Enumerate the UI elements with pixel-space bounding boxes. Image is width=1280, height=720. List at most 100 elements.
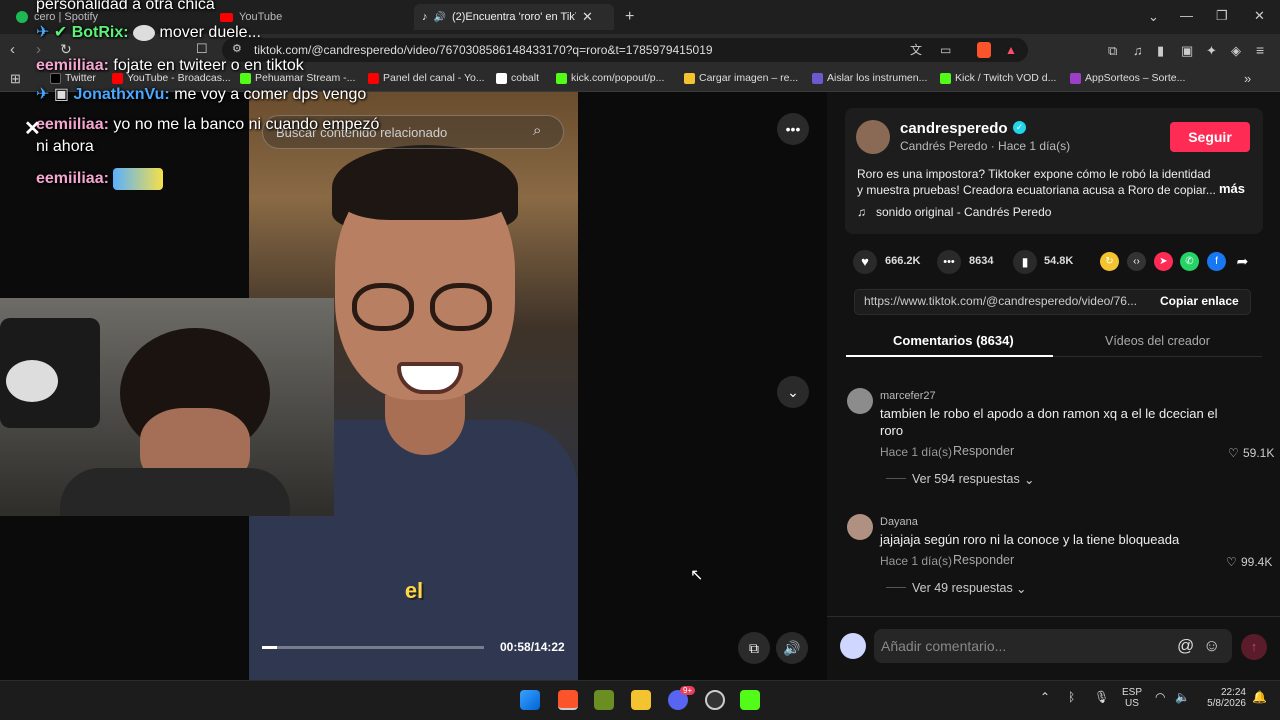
- more-link[interactable]: más: [1219, 181, 1245, 196]
- share-more-icon[interactable]: ➦: [1233, 252, 1252, 271]
- bookmark-item[interactable]: AppSorteos – Sorte...: [1070, 72, 1185, 84]
- site-info-icon[interactable]: ⚙: [232, 44, 242, 55]
- heart-icon[interactable]: ♡: [1228, 446, 1239, 460]
- save-button[interactable]: ▮: [1013, 250, 1037, 274]
- chevron-down-icon[interactable]: ⌄: [1016, 581, 1026, 596]
- bookmark-item[interactable]: cobalt: [496, 72, 539, 84]
- bookmark-item[interactable]: Cargar imagen – re...: [684, 72, 798, 84]
- heart-icon[interactable]: ♡: [1226, 555, 1237, 569]
- close-window-icon[interactable]: ✕: [1254, 9, 1265, 22]
- volume-button[interactable]: 🔊: [776, 632, 808, 664]
- comment-username[interactable]: marcefer27: [880, 390, 936, 402]
- follow-button[interactable]: Seguir: [1170, 122, 1250, 152]
- mention-icon[interactable]: @: [1177, 636, 1194, 656]
- bookmark-item[interactable]: Panel del canal - Yo...: [368, 72, 485, 84]
- vocal-remover-icon: [812, 72, 823, 84]
- cursor-icon: ↖: [690, 567, 704, 584]
- more-options-button[interactable]: •••: [777, 113, 809, 145]
- vpn-icon[interactable]: ◈: [1231, 44, 1241, 57]
- volume-icon[interactable]: 🔈: [1175, 690, 1190, 704]
- tab-creator-videos[interactable]: Vídeos del creador: [1105, 334, 1210, 348]
- chevron-down-icon[interactable]: ⌄: [1024, 472, 1034, 487]
- send-icon[interactable]: ➤: [1154, 252, 1173, 271]
- brave-rewards-icon[interactable]: ▲: [1005, 43, 1017, 57]
- likes-count: 666.2K: [885, 255, 921, 267]
- reply-button[interactable]: Responder: [953, 553, 1014, 567]
- post-comment-button[interactable]: ↑: [1241, 634, 1267, 660]
- video-link[interactable]: https://www.tiktok.com/@candresperedo/vi…: [864, 294, 1144, 308]
- language-indicator[interactable]: ESP US: [1122, 687, 1142, 709]
- tab-tiktok[interactable]: ♪ 🔊 (2)Encuentra 'roro' en TikTok ✕: [414, 4, 614, 30]
- repost-icon[interactable]: ↻: [1100, 252, 1119, 271]
- tab-comments[interactable]: Comentarios (8634): [893, 333, 1014, 348]
- bookmark-label: Aislar los instrumen...: [827, 72, 928, 84]
- sound-link[interactable]: sonido original - Candrés Peredo: [876, 205, 1051, 219]
- comment-button[interactable]: •••: [937, 250, 961, 274]
- brave-icon[interactable]: [558, 690, 578, 710]
- media-icon[interactable]: ♫: [1133, 44, 1143, 57]
- comment-avatar[interactable]: [847, 514, 873, 540]
- url-field[interactable]: tiktok.com/@candresperedo/video/76703085…: [222, 38, 1028, 62]
- brave-shield-icon[interactable]: [977, 42, 991, 58]
- comment-bubble-icon: •••: [943, 256, 955, 268]
- kick-icon[interactable]: [740, 690, 760, 710]
- bookmark-item[interactable]: Aislar los instrumen...: [812, 72, 927, 84]
- author-avatar[interactable]: [856, 120, 890, 154]
- facebook-icon[interactable]: f: [1207, 252, 1226, 271]
- emoji-icon[interactable]: ☺: [1203, 636, 1220, 656]
- close-tab-icon[interactable]: ✕: [582, 9, 593, 25]
- cast-icon[interactable]: ▭: [940, 44, 951, 56]
- user-avatar[interactable]: [840, 633, 866, 659]
- back-icon[interactable]: ‹: [10, 42, 15, 57]
- tab-list-icon[interactable]: ⌄: [1148, 10, 1159, 23]
- wifi-icon[interactable]: ◠: [1155, 690, 1165, 704]
- speaker-icon: 🔊: [783, 639, 801, 656]
- bookmark-item[interactable]: Kick / Twitch VOD d...: [940, 72, 1056, 84]
- translate-icon[interactable]: 文: [910, 44, 922, 56]
- bookmark-icon: ▮: [1021, 255, 1029, 269]
- start-icon[interactable]: [520, 690, 540, 710]
- maximize-icon[interactable]: ❐: [1216, 9, 1228, 22]
- apps-icon[interactable]: ⊞: [10, 72, 21, 85]
- minecraft-icon[interactable]: [594, 690, 614, 710]
- obs-icon[interactable]: [705, 690, 725, 710]
- reply-button[interactable]: Responder: [953, 444, 1014, 458]
- wallet-icon[interactable]: ▣: [1181, 44, 1193, 57]
- bookmark-item[interactable]: kick.com/popout/p...: [556, 72, 664, 84]
- video-time: 00:58/14:22: [500, 640, 565, 654]
- clock[interactable]: 22:24 5/8/2026: [1196, 687, 1246, 709]
- pip-icon: ⧉: [749, 639, 759, 656]
- microphone-icon[interactable]: 🎙: [1094, 690, 1109, 704]
- sidebar-icon[interactable]: ▮: [1157, 44, 1164, 57]
- progress-bar[interactable]: [262, 646, 484, 649]
- more-bookmarks-icon[interactable]: »: [1244, 72, 1251, 85]
- like-button[interactable]: ♥: [853, 250, 877, 274]
- comment-username[interactable]: Dayana: [880, 516, 918, 528]
- copy-link-button[interactable]: Copiar enlace: [1160, 294, 1239, 308]
- new-tab-icon[interactable]: +: [625, 9, 634, 25]
- comment-avatar[interactable]: [847, 388, 873, 414]
- reload-icon[interactable]: ↻: [60, 42, 72, 56]
- view-replies-button[interactable]: Ver 594 respuestas: [912, 472, 1020, 486]
- next-video-button[interactable]: ⌄: [777, 376, 809, 408]
- close-video-icon[interactable]: ✕: [24, 116, 41, 141]
- bookmark-label: AppSorteos – Sorte...: [1085, 72, 1186, 84]
- extensions-icon[interactable]: ⧉: [1108, 44, 1117, 57]
- bookmark-label: kick.com/popout/p...: [571, 72, 665, 84]
- verified-badge-icon: ✔: [53, 24, 68, 41]
- whatsapp-icon[interactable]: ✆: [1180, 252, 1199, 271]
- chevron-up-icon[interactable]: ⌃: [1040, 690, 1050, 704]
- search-icon[interactable]: ⌕: [533, 122, 541, 139]
- notification-icon[interactable]: 🔔: [1252, 690, 1267, 704]
- bluetooth-icon[interactable]: ᛒ: [1068, 690, 1075, 704]
- menu-icon[interactable]: ≡: [1256, 43, 1264, 57]
- minimize-icon[interactable]: —: [1180, 9, 1193, 22]
- embed-icon[interactable]: ‹›: [1127, 252, 1146, 271]
- view-replies-button[interactable]: Ver 49 respuestas: [912, 581, 1013, 595]
- author-handle[interactable]: candresperedo: [900, 120, 1008, 137]
- discord-badge: 9+: [680, 686, 696, 695]
- file-explorer-icon[interactable]: [631, 690, 651, 710]
- floating-player-button[interactable]: ⧉: [738, 632, 770, 664]
- leo-icon[interactable]: ✦: [1206, 44, 1217, 57]
- youtube-icon: [220, 12, 233, 22]
